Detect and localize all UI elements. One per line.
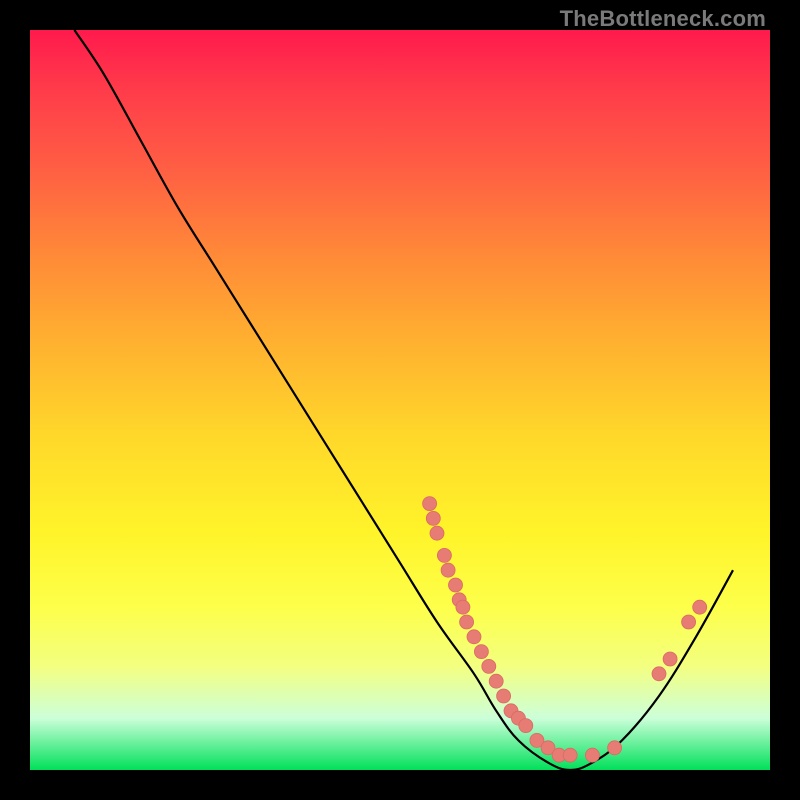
data-point (441, 563, 455, 577)
data-point (652, 667, 666, 681)
watermark-text: TheBottleneck.com (560, 6, 766, 32)
data-point (467, 630, 481, 644)
chart-svg (30, 30, 770, 770)
data-point (563, 748, 577, 762)
data-point (519, 719, 533, 733)
data-point (608, 741, 622, 755)
data-point (489, 674, 503, 688)
data-point (682, 615, 696, 629)
data-point (663, 652, 677, 666)
data-point (497, 689, 511, 703)
data-point (474, 645, 488, 659)
data-point (430, 526, 444, 540)
scatter-points (423, 497, 707, 763)
data-point (460, 615, 474, 629)
data-point (482, 659, 496, 673)
data-point (693, 600, 707, 614)
data-point (449, 578, 463, 592)
bottleneck-curve (74, 30, 733, 770)
data-point (456, 600, 470, 614)
data-point (426, 511, 440, 525)
data-point (437, 548, 451, 562)
data-point (423, 497, 437, 511)
data-point (585, 748, 599, 762)
